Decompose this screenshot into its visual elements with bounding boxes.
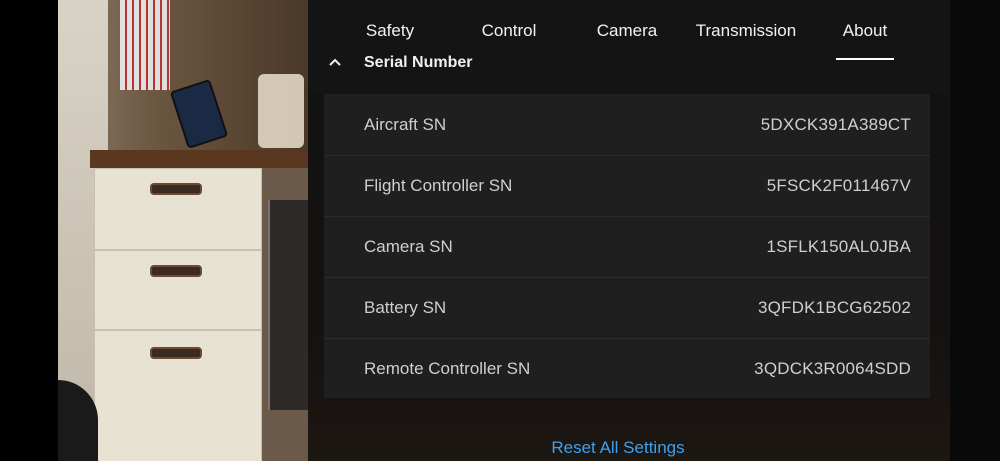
screen-edge — [950, 0, 1000, 461]
serial-number-list: Aircraft SN 5DXCK391A389CT Flight Contro… — [324, 94, 930, 398]
serial-value: 5DXCK391A389CT — [760, 115, 911, 134]
feed-edge — [0, 0, 58, 461]
serial-label: Battery SN — [364, 298, 447, 317]
serial-number-section-header[interactable]: Serial Number — [308, 54, 950, 94]
feed-counter — [90, 150, 308, 168]
tab-about[interactable]: About — [836, 0, 894, 60]
chevron-up-icon — [328, 54, 342, 72]
serial-value: 5FSCK2F011467V — [766, 176, 911, 195]
tab-camera[interactable]: Camera — [587, 0, 667, 60]
tab-control[interactable]: Control — [469, 0, 549, 60]
serial-value: 3QDCK3R0064SDD — [754, 359, 911, 378]
list-item: Battery SN 3QFDK1BCG62502 — [324, 277, 930, 339]
list-item: Flight Controller SN 5FSCK2F011467V — [324, 155, 930, 217]
tab-bar: Safety Control Camera Transmission About — [308, 0, 950, 60]
feed-oven — [268, 200, 308, 410]
section-title: Serial Number — [364, 54, 473, 71]
feed-handle — [150, 347, 202, 359]
list-item: Remote Controller SN 3QDCK3R0064SDD — [324, 338, 930, 399]
feed-drawer — [94, 330, 262, 461]
serial-label: Camera SN — [364, 237, 453, 256]
serial-label: Flight Controller SN — [364, 176, 513, 195]
feed-drawer — [94, 168, 262, 250]
serial-label: Aircraft SN — [364, 115, 447, 134]
camera-feed — [0, 0, 308, 461]
list-item: Camera SN 1SFLK150AL0JBA — [324, 216, 930, 278]
tab-safety[interactable]: Safety — [350, 0, 430, 60]
reset-all-settings-button[interactable]: Reset All Settings — [308, 438, 928, 458]
feed-drawer — [94, 250, 262, 330]
serial-value: 3QFDK1BCG62502 — [757, 298, 911, 317]
settings-panel: Safety Control Camera Transmission About… — [308, 0, 950, 461]
feed-towel — [120, 0, 170, 90]
serial-value: 1SFLK150AL0JBA — [766, 237, 911, 256]
feed-jar — [258, 74, 304, 148]
list-item: Aircraft SN 5DXCK391A389CT — [324, 94, 930, 156]
serial-label: Remote Controller SN — [364, 359, 531, 378]
feed-handle — [150, 265, 202, 277]
tab-transmission[interactable]: Transmission — [691, 0, 801, 60]
feed-handle — [150, 183, 202, 195]
